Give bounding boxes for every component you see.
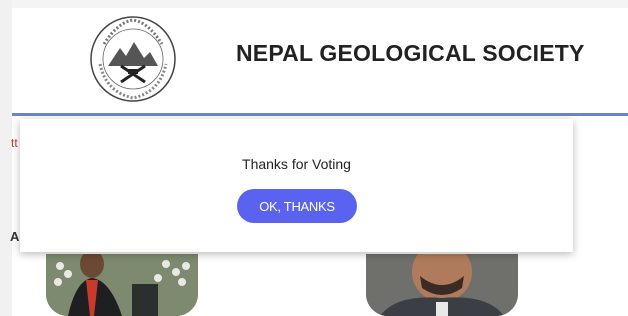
candidate-photo-icon [46, 254, 198, 316]
candidate-photo-2[interactable] [366, 254, 518, 316]
background-text-fragment: tt [11, 136, 18, 150]
left-strip [0, 0, 12, 316]
background-heading-fragment: A [10, 229, 20, 244]
header-divider [12, 113, 628, 116]
top-strip [0, 0, 628, 8]
ok-thanks-button[interactable]: OK, THANKS [237, 189, 357, 223]
candidate-photo-icon [366, 254, 518, 316]
modal-message: Thanks for Voting [242, 156, 351, 172]
candidate-photo-1[interactable] [46, 254, 198, 316]
site-title: NEPAL GEOLOGICAL SOCIETY [236, 40, 585, 66]
vote-confirmation-modal: Thanks for Voting OK, THANKS [20, 119, 573, 252]
society-seal-icon [90, 16, 176, 102]
